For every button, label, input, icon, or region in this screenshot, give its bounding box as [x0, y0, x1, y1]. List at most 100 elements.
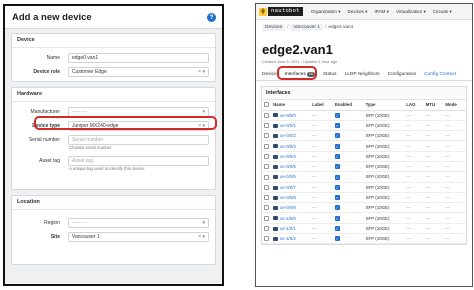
row-checkbox[interactable]	[264, 205, 269, 211]
interface-type: SFP (10GE)	[363, 192, 405, 204]
table-row: xe-0/0/5 — ✓ SFP (10GE) — — —	[262, 161, 466, 173]
main-menu: Organization ▾ Devices ▾ IPAM ▾ Virtuali…	[311, 9, 459, 15]
add-device-header: Add a new device ?	[5, 6, 222, 29]
interface-name-link[interactable]: xe-1/0/2	[271, 233, 311, 245]
name-label: Name	[46, 55, 60, 61]
tab-status[interactable]: Status	[323, 72, 337, 80]
check-icon: ✓	[334, 123, 340, 129]
interface-type: SFP (10GE)	[363, 120, 405, 132]
interface-icon	[273, 154, 278, 159]
interface-mode: —	[443, 223, 466, 235]
page-title: Add a new device	[12, 11, 92, 23]
logo-text: nautobot	[268, 7, 303, 16]
menu-ipam[interactable]: IPAM ▾	[374, 9, 388, 15]
device-type-highlight	[34, 116, 217, 130]
interface-mtu: —	[423, 151, 444, 162]
nautobot-logo[interactable]: ⋕ nautobot	[259, 7, 303, 17]
row-checkbox[interactable]	[264, 112, 269, 118]
tab-configuration[interactable]: Configuration	[388, 72, 417, 80]
table-row: xe-0/0/2 — ✓ SFP (10GE) — — —	[262, 130, 466, 142]
col-type[interactable]: Type	[363, 100, 405, 111]
interface-lag: —	[404, 192, 424, 204]
menu-devices[interactable]: Devices ▾	[348, 9, 368, 15]
site-select[interactable]: Vancouver 1 × ▾	[68, 232, 209, 242]
interface-mode: —	[443, 212, 466, 224]
col-enabled[interactable]: Enabled	[332, 100, 364, 111]
interfaces-heading: Interfaces	[262, 87, 466, 100]
col-lag[interactable]: LAG	[404, 100, 424, 111]
row-checkbox[interactable]	[264, 143, 269, 149]
region-select[interactable]: --------- ▾	[68, 218, 209, 228]
interface-enabled: ✓	[332, 110, 364, 121]
interface-lag: —	[404, 140, 424, 152]
interfaces-panel: Interfaces Name Label Enabled Type LAG M…	[261, 86, 467, 246]
tab-lldp-neighbors[interactable]: LLDP Neighbors	[345, 72, 380, 80]
col-name[interactable]: Name	[271, 100, 311, 111]
interface-mode: —	[443, 110, 466, 121]
row-checkbox[interactable]	[264, 123, 269, 129]
chevron-down-icon[interactable]: ▾	[202, 219, 205, 228]
breadcrumb-devices[interactable]: Devices	[262, 23, 286, 31]
row-checkbox[interactable]	[264, 184, 269, 190]
check-icon: ✓	[334, 215, 340, 221]
interface-name-link[interactable]: xe-0/0/7	[271, 182, 311, 193]
interface-name-link[interactable]: xe-0/0/8	[271, 192, 311, 204]
col-mtu[interactable]: MTU	[423, 100, 444, 111]
row-checkbox[interactable]	[264, 164, 269, 170]
menu-virtualization[interactable]: Virtualization ▾	[396, 9, 426, 15]
interface-mode: —	[443, 151, 466, 162]
interface-lag: —	[404, 171, 424, 183]
row-checkbox[interactable]	[264, 133, 269, 139]
interface-name-link[interactable]: xe-1/0/1	[271, 223, 311, 235]
asset-input[interactable]: Asset tag	[68, 156, 209, 166]
interface-mtu: —	[423, 223, 444, 235]
interface-name-link[interactable]: xe-0/0/1	[271, 120, 311, 132]
row-checkbox[interactable]	[264, 154, 269, 159]
menu-organization[interactable]: Organization ▾	[311, 9, 341, 15]
interface-enabled: ✓	[332, 233, 364, 245]
device-role-select[interactable]: Customer Edge × ▾	[68, 67, 209, 77]
row-checkbox[interactable]	[264, 236, 269, 242]
interface-mtu: —	[423, 212, 444, 224]
interface-name-link[interactable]: xe-0/0/9	[271, 202, 311, 214]
interface-mtu: —	[423, 182, 444, 193]
interface-lag: —	[404, 130, 424, 142]
tab-strip: Device Interfaces 26 Status LLDP Neighbor…	[256, 66, 472, 81]
select-all-checkbox[interactable]	[264, 102, 269, 108]
row-checkbox[interactable]	[264, 226, 269, 232]
device-role-label: Device role	[33, 69, 60, 75]
name-input[interactable]: edge0.van1	[68, 53, 209, 63]
device-role-row: Device role Customer Edge × ▾	[12, 65, 215, 79]
interface-type: SFP (10GE)	[363, 110, 405, 121]
help-icon[interactable]: ?	[207, 12, 216, 22]
menu-circuits[interactable]: Circuits ▾	[433, 9, 452, 15]
interface-lag: —	[404, 120, 424, 132]
interface-type: SFP (10GE)	[363, 212, 405, 224]
interface-name-link[interactable]: xe-0/0/5	[271, 161, 311, 173]
interface-name-link[interactable]: xe-0/0/3	[271, 140, 311, 152]
region-row: Region --------- ▾	[12, 216, 215, 230]
interface-name-link[interactable]: xe-0/0/2	[271, 130, 311, 142]
serial-input[interactable]: Serial number	[68, 135, 209, 145]
tab-device[interactable]: Device	[262, 72, 277, 80]
row-checkbox[interactable]	[264, 174, 269, 180]
interface-name-link[interactable]: xe-0/0/6	[271, 171, 311, 183]
tab-config-context[interactable]: Config Context	[424, 72, 456, 80]
interface-label: —	[310, 130, 333, 142]
col-label[interactable]: Label	[310, 100, 333, 111]
col-mode[interactable]: Mode	[443, 100, 466, 111]
interface-enabled: ✓	[332, 212, 364, 224]
table-row: xe-0/0/8 — ✓ SFP (10GE) — — —	[262, 192, 466, 204]
clear-chevron-icon[interactable]: × ▾	[198, 233, 205, 242]
interface-name-link[interactable]: xe-0/0/4	[271, 151, 311, 162]
top-navbar: ⋕ nautobot Organization ▾ Devices ▾ IPAM…	[256, 4, 472, 20]
interface-name-link[interactable]: xe-1/0/0	[271, 212, 311, 224]
interface-enabled: ✓	[332, 151, 364, 162]
row-checkbox[interactable]	[264, 215, 269, 221]
interface-name-link[interactable]: xe-0/0/0	[271, 110, 311, 121]
clear-chevron-icon[interactable]: × ▾	[198, 68, 205, 77]
breadcrumb-site[interactable]: Vancouver 1	[290, 23, 323, 31]
interface-icon	[273, 113, 278, 118]
interface-label: —	[310, 223, 333, 235]
row-checkbox[interactable]	[264, 195, 269, 201]
